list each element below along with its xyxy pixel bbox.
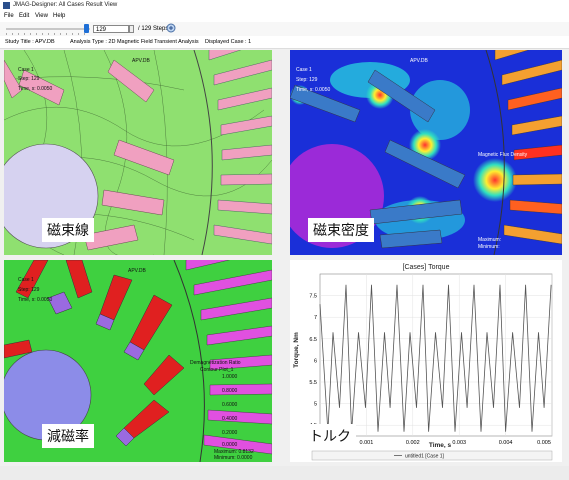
y-tick-label: 7.5: [309, 294, 317, 300]
demag-name: APV.DB: [128, 268, 146, 274]
torque-chart-title: [Cases] Torque: [403, 264, 450, 271]
menu-help[interactable]: Help: [53, 13, 65, 19]
steps-label: / 129 Steps: [138, 26, 169, 32]
demag-panel[interactable]: APV.DB Case 1 Step: 129 Time, s: 0.0050 …: [4, 260, 272, 462]
menu-file[interactable]: File: [4, 13, 14, 19]
flux-density-step: Step: 129: [296, 77, 318, 83]
torque-x-axis-label: Time, s: [429, 442, 452, 449]
torque-y-axis-label: Torque, Nm: [293, 332, 300, 368]
menu-bar: File Edit View Help: [0, 12, 569, 22]
status-bar: [0, 466, 569, 480]
demag-minimum: Minimum: 0.0000: [214, 455, 253, 461]
demag-contour: Contour Plot_1: [200, 367, 234, 373]
flux-density-legend-title: Magnetic Flux Density: [478, 152, 528, 158]
study-title: Study Title : APV.DB: [5, 39, 55, 45]
flux-lines-case: Case 1: [18, 67, 34, 73]
x-tick-label: 0.004: [499, 440, 513, 446]
demag-level-5: 0.2000: [222, 430, 238, 436]
flux-density-maximum: Maximum:: [478, 237, 502, 243]
demag-time: Time, s: 0.0050: [18, 297, 53, 303]
menu-edit[interactable]: Edit: [19, 13, 29, 19]
flux-density-time: Time, s: 0.0050: [296, 87, 331, 93]
flux-lines-step: Step: 129: [18, 76, 40, 82]
displayed-case: Displayed Case : 1: [205, 39, 252, 45]
step-spinner[interactable]: [129, 25, 134, 33]
flux-density-case: Case 1: [296, 67, 312, 73]
step-toolbar: 129 / 129 Steps: [0, 22, 569, 37]
study-info-bar: Study Title : APV.DB Analysis Type : 2D …: [0, 36, 569, 49]
flux-lines-time: Time, s: 0.0050: [18, 86, 53, 92]
y-tick-label: 6.5: [309, 337, 317, 343]
y-tick-label: 6: [314, 358, 317, 364]
flux-density-panel[interactable]: APV.DB Case 1 Step: 129 Time, s: 0.0050 …: [290, 50, 562, 255]
step-slider[interactable]: [6, 28, 90, 30]
torque-plot-area: [319, 273, 553, 437]
step-slider-thumb[interactable]: [84, 24, 89, 33]
torque-legend-label: untitled1 [Case 1]: [405, 454, 445, 460]
demag-label: 減磁率: [42, 424, 94, 448]
demag-step: Step: 129: [18, 287, 40, 293]
menu-view[interactable]: View: [35, 13, 48, 19]
demag-level-6: 0.0000: [222, 442, 238, 448]
y-tick-label: 5.5: [309, 380, 317, 386]
torque-label: トルク: [304, 424, 356, 448]
magnifier-icon[interactable]: [166, 23, 177, 34]
step-slider-ticks: [6, 33, 90, 35]
analysis-type: Analysis Type : 2D Magnetic Field Transi…: [70, 39, 199, 45]
demag-level-1: 1.0000: [222, 374, 238, 380]
x-tick-label: 0.003: [452, 440, 466, 446]
flux-density-minimum: Minimum:: [478, 244, 500, 250]
y-tick-label: 5: [314, 402, 317, 408]
flux-density-label: 磁束密度: [308, 218, 374, 242]
demag-legend-title: Demagnetization Ratio: [190, 360, 241, 366]
x-tick-label: 0.005: [537, 440, 551, 446]
demag-level-4: 0.4000: [222, 416, 238, 422]
flux-density-name: APV.DB: [410, 58, 428, 64]
window-title: JMAG-Designer: All Cases Result View: [13, 2, 118, 8]
app-icon: [3, 2, 10, 9]
demag-level-2: 0.8000: [222, 388, 238, 394]
y-tick-label: 7: [314, 315, 317, 321]
flux-lines-name: APV.DB: [132, 58, 150, 64]
demag-case: Case 1: [18, 277, 34, 283]
torque-panel[interactable]: [Cases] Torque 4.555.566.577.5 0.0010.00…: [290, 260, 562, 462]
x-tick-label: 0.001: [360, 440, 374, 446]
x-tick-label: 0.002: [406, 440, 420, 446]
flux-lines-label: 磁束線: [42, 218, 94, 242]
step-input[interactable]: 129: [93, 25, 129, 33]
flux-lines-panel[interactable]: APV.DB Case 1 Step: 129 Time, s: 0.0050 …: [4, 50, 272, 255]
demag-level-3: 0.6000: [222, 402, 238, 408]
